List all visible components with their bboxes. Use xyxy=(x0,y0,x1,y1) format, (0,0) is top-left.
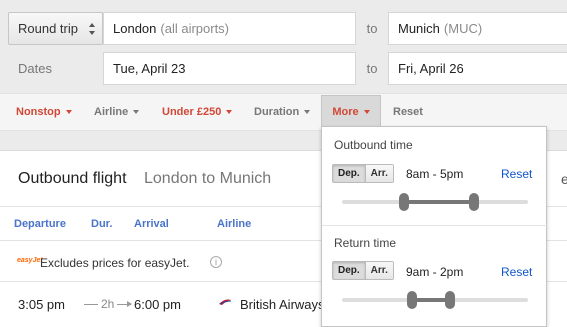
depart-time: 3:05 pm xyxy=(18,297,65,312)
reset-filters-button[interactable]: Reset xyxy=(393,94,423,130)
return-dep-arr-toggle[interactable]: Dep. Arr. xyxy=(332,261,394,280)
col-departure[interactable]: Departure xyxy=(14,218,66,230)
reset-label: Reset xyxy=(393,106,423,118)
chevron-down-icon xyxy=(304,110,311,114)
airline-filter[interactable]: Airline xyxy=(94,94,140,130)
chevron-down-icon xyxy=(363,109,370,114)
flight-duration: 2h xyxy=(81,297,134,311)
british-airways-logo-icon xyxy=(219,299,232,305)
return-time-title: Return time xyxy=(334,236,397,250)
nonstop-label: Nonstop xyxy=(16,106,61,118)
duration-value: 2h xyxy=(101,297,115,311)
chevron-down-icon xyxy=(226,110,233,114)
chevron-down-icon xyxy=(65,110,72,114)
outbound-time-title: Outbound time xyxy=(334,138,413,152)
to-label-2: to xyxy=(366,61,378,76)
outbound-slider-fill xyxy=(403,200,474,204)
price-filter[interactable]: Under £250 xyxy=(162,94,233,130)
airline-name: British Airways xyxy=(240,297,325,312)
more-label: More xyxy=(332,105,359,118)
arrive-time: 6:00 pm xyxy=(134,297,181,312)
outbound-slider-end-thumb[interactable] xyxy=(468,193,479,211)
outbound-dep-arr-toggle[interactable]: Dep. Arr. xyxy=(332,164,394,183)
dates-label: Dates xyxy=(18,61,52,76)
outbound-dep-button[interactable]: Dep. xyxy=(333,165,365,182)
destination-value: Munich xyxy=(398,21,440,36)
airline-label: Airline xyxy=(94,106,129,118)
destination-field[interactable]: Munich (MUC) xyxy=(388,12,567,45)
price-label: Under £250 xyxy=(162,106,222,118)
nonstop-filter[interactable]: Nonstop xyxy=(16,94,72,130)
arrow-right-icon xyxy=(117,300,133,307)
duration-line xyxy=(84,303,98,305)
truncated-text: esc xyxy=(561,171,567,187)
return-reset-link[interactable]: Reset xyxy=(501,265,532,279)
easyjet-logo: easyJet xyxy=(17,257,43,264)
destination-detail: (MUC) xyxy=(443,21,483,36)
return-slider-start-thumb[interactable] xyxy=(406,291,417,309)
duration-filter[interactable]: Duration xyxy=(254,94,311,130)
more-filter[interactable]: More xyxy=(321,95,381,127)
chevron-down-icon xyxy=(133,110,140,114)
outbound-slider-start-thumb[interactable] xyxy=(398,193,409,211)
to-label-1: to xyxy=(366,21,378,36)
return-date-field[interactable]: Fri, April 26 xyxy=(388,52,567,85)
origin-value: London xyxy=(113,21,157,36)
trip-type-select[interactable]: Round trip xyxy=(8,12,103,45)
trip-type-label: Round trip xyxy=(18,21,78,36)
dropdown-divider xyxy=(322,225,548,226)
duration-label: Duration xyxy=(254,106,300,118)
return-date-value: Fri, April 26 xyxy=(398,61,464,76)
more-dropdown: Outbound time Dep. Arr. 8am - 5pm Reset … xyxy=(321,126,548,327)
info-icon[interactable]: i xyxy=(210,256,222,268)
outbound-title: Outbound flight xyxy=(18,170,127,187)
easyjet-notice: Excludes prices for easyJet. xyxy=(40,256,190,270)
return-slider-end-thumb[interactable] xyxy=(445,291,456,309)
outbound-range-text: 8am - 5pm xyxy=(406,167,464,181)
col-airline[interactable]: Airline xyxy=(217,218,251,230)
origin-field[interactable]: London (all airports) xyxy=(103,12,356,45)
col-duration[interactable]: Dur. xyxy=(91,218,112,230)
return-range-text: 9am - 2pm xyxy=(406,265,464,279)
outbound-reset-link[interactable]: Reset xyxy=(501,167,532,181)
origin-detail: (all airports) xyxy=(160,21,230,36)
outbound-arr-button[interactable]: Arr. xyxy=(364,165,393,182)
select-arrows-icon xyxy=(89,23,95,35)
depart-date-field[interactable]: Tue, April 23 xyxy=(103,52,356,85)
route-subtitle: London to Munich xyxy=(144,170,272,187)
return-dep-button[interactable]: Dep. xyxy=(333,262,365,279)
depart-date-value: Tue, April 23 xyxy=(113,61,186,76)
return-arr-button[interactable]: Arr. xyxy=(364,262,393,279)
col-arrival[interactable]: Arrival xyxy=(134,218,169,230)
